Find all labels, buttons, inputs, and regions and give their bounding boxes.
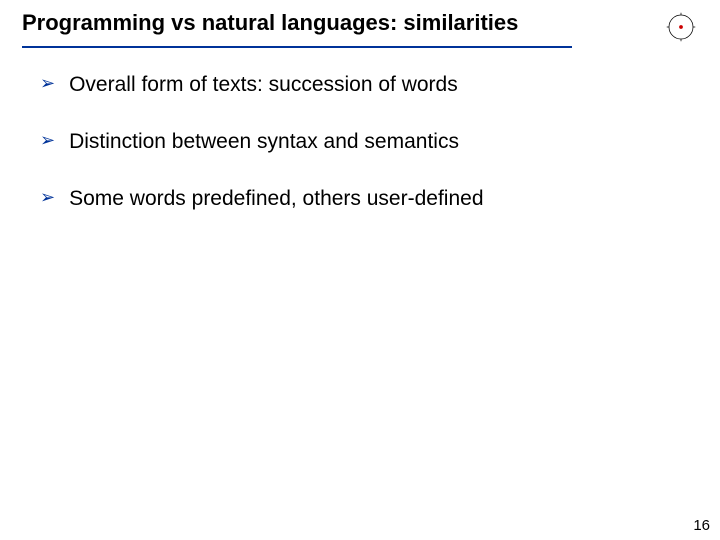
list-item: ➢ Distinction between syntax and semanti… bbox=[40, 129, 680, 154]
title-underline bbox=[22, 46, 572, 48]
bullet-icon: ➢ bbox=[40, 131, 55, 151]
list-item: ➢ Overall form of texts: succession of w… bbox=[40, 72, 680, 97]
slide-title: Programming vs natural languages: simila… bbox=[22, 10, 518, 36]
chair-logo-icon bbox=[666, 12, 696, 42]
bullet-text: Some words predefined, others user-defin… bbox=[69, 186, 483, 211]
bullet-text: Overall form of texts: succession of wor… bbox=[69, 72, 458, 97]
bullet-text: Distinction between syntax and semantics bbox=[69, 129, 459, 154]
page-number: 16 bbox=[693, 517, 710, 534]
bullet-icon: ➢ bbox=[40, 188, 55, 208]
bullet-icon: ➢ bbox=[40, 74, 55, 94]
title-row: Programming vs natural languages: simila… bbox=[22, 10, 698, 36]
content-area: ➢ Overall form of texts: succession of w… bbox=[40, 72, 680, 244]
slide-container: Programming vs natural languages: simila… bbox=[0, 0, 720, 540]
list-item: ➢ Some words predefined, others user-def… bbox=[40, 186, 680, 211]
